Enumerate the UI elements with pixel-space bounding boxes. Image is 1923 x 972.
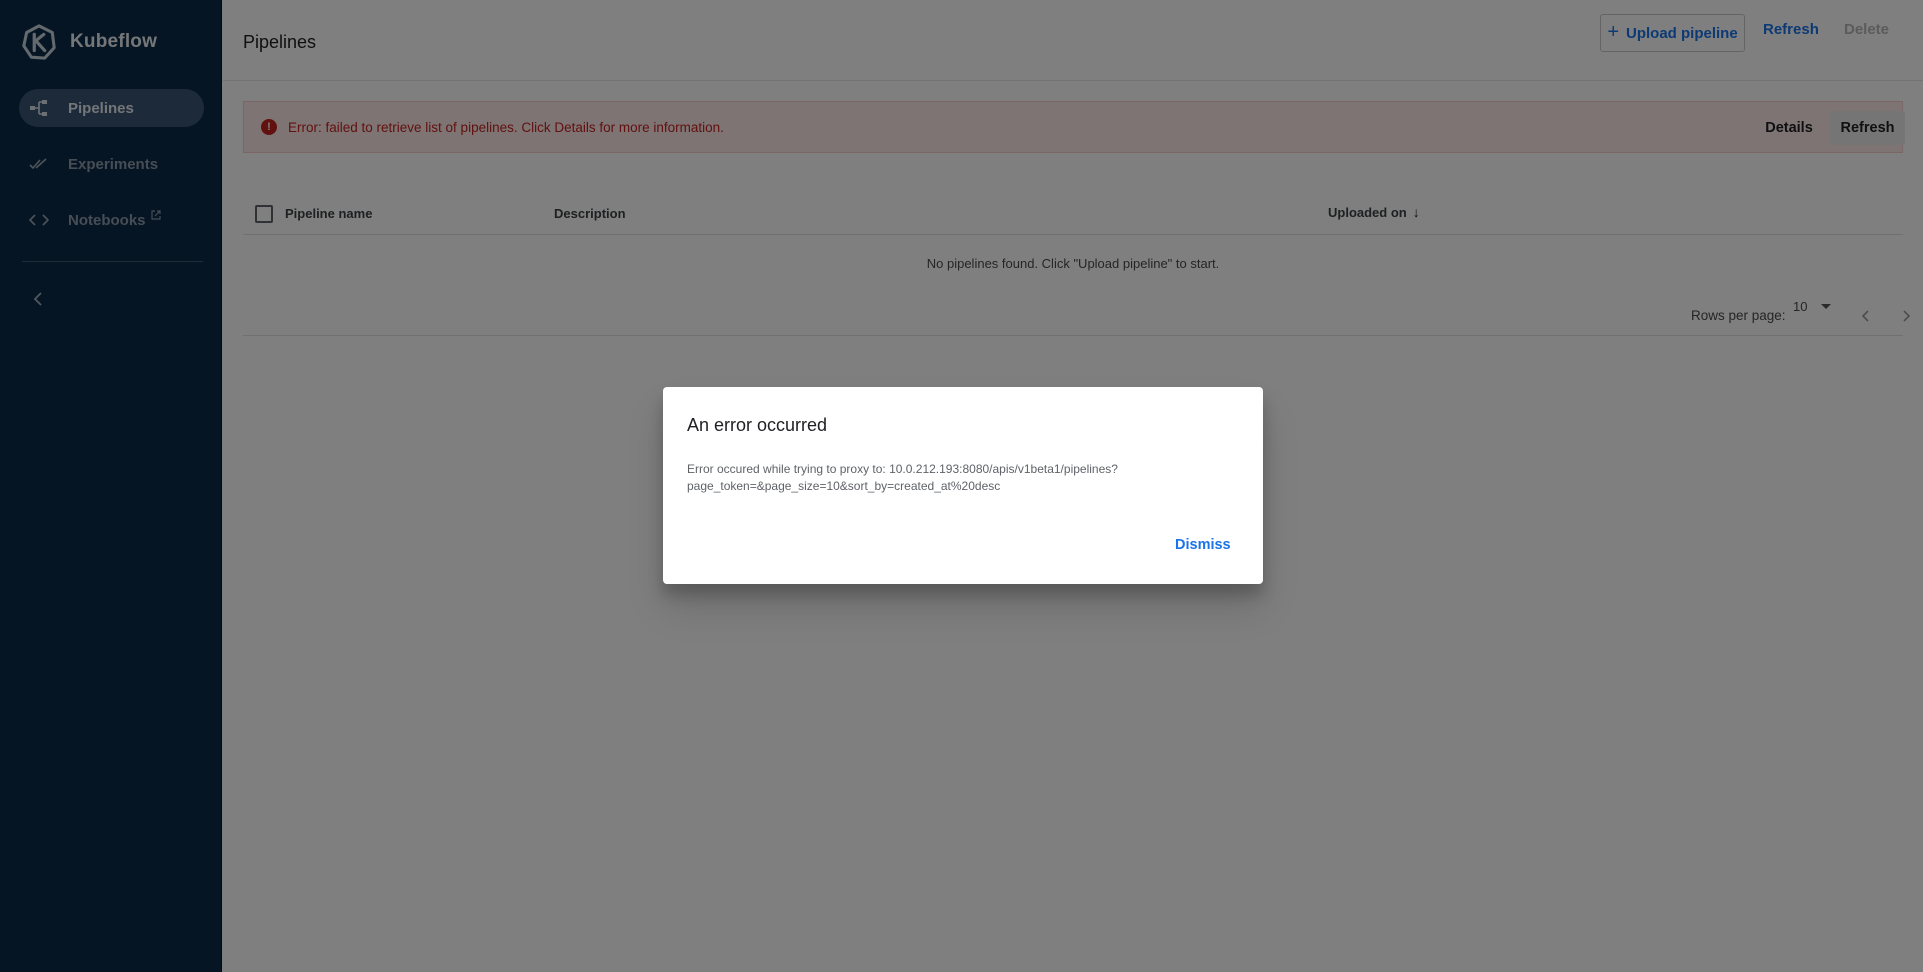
dialog-message: Error occured while trying to proxy to: … [687,462,1118,493]
dismiss-button[interactable]: Dismiss [1175,537,1231,559]
error-dialog: An error occurred Error occured while tr… [663,387,1263,584]
dialog-title: An error occurred [687,415,828,435]
